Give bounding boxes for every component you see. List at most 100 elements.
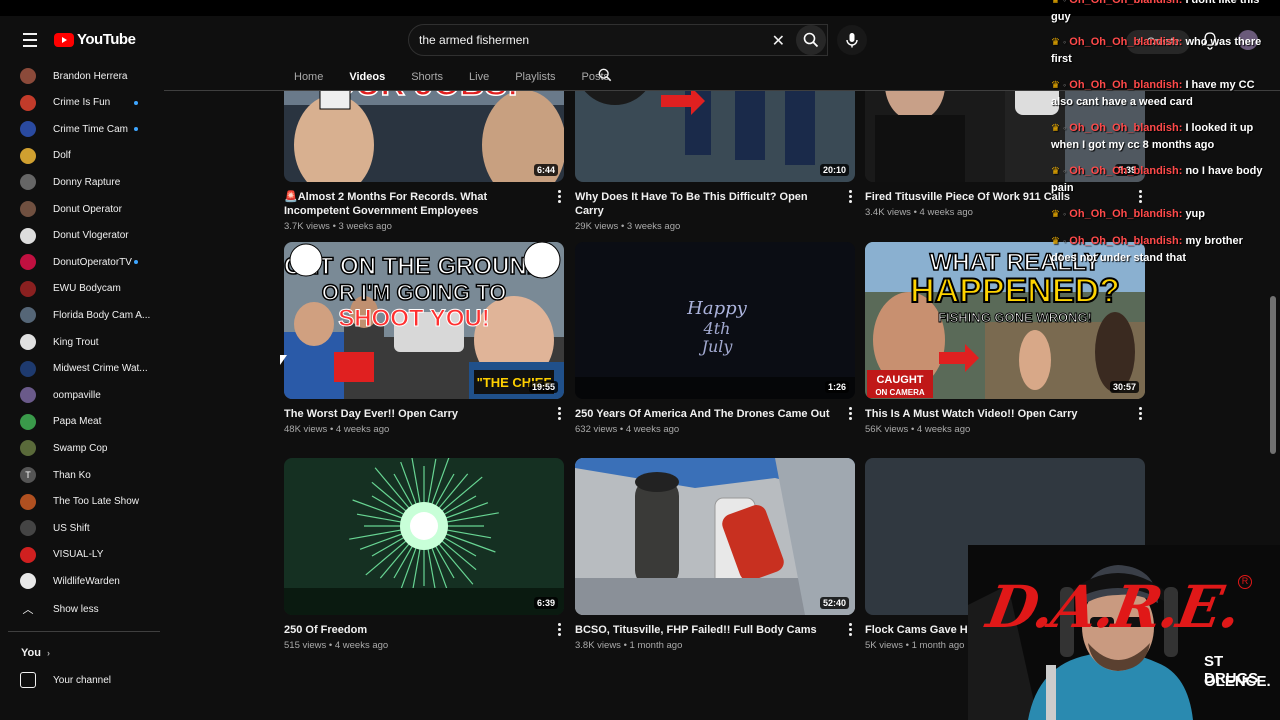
video-card[interactable]: 20:10 Why Does It Have To Be This Difficu… xyxy=(575,91,855,232)
video-duration: 52:40 xyxy=(819,597,849,609)
more-actions-icon[interactable] xyxy=(849,407,853,420)
separator-dot: • xyxy=(329,221,339,232)
search-icon xyxy=(803,32,819,48)
search-box[interactable]: ✕ xyxy=(408,24,828,56)
video-meta: 250 Years Of America And The Drones Came… xyxy=(575,399,852,435)
video-thumbnail[interactable]: 20:10 xyxy=(575,91,855,182)
video-stats: 3.8K views • 1 month ago xyxy=(575,640,835,651)
youtube-logo[interactable]: YouTube xyxy=(54,31,136,48)
badge-icon: ◦ xyxy=(1063,166,1067,176)
video-title[interactable]: This Is A Must Watch Video!! Open Carry xyxy=(865,407,1125,421)
chat-username: Oh_Oh_Oh_blandish: xyxy=(1069,0,1183,6)
svg-text:4th: 4th xyxy=(703,319,731,338)
chat-message: ♛ ◦ Oh_Oh_Oh_blandish: my brother does n… xyxy=(1051,233,1266,266)
registered-mark: R xyxy=(1238,575,1252,589)
video-duration: 20:10 xyxy=(819,164,849,176)
video-card[interactable]: VODKA3:39Fired Titusville Piece Of Work … xyxy=(865,91,1145,218)
chat-message: ♛ ◦ Oh_Oh_Oh_blandish: I looked it up wh… xyxy=(1051,120,1266,153)
chat-text: yup xyxy=(1185,208,1205,220)
more-actions-icon[interactable] xyxy=(849,623,853,636)
scrollbar-thumb[interactable] xyxy=(1270,296,1276,454)
dare-logo: D.A.R.E. xyxy=(982,573,1245,641)
video-card[interactable]: 52:40 BCSO, Titusville, FHP Failed!! Full… xyxy=(575,458,855,651)
separator-dot: • xyxy=(903,640,912,651)
separator-dot: • xyxy=(327,424,336,435)
video-card[interactable]: 6:39 250 Of Freedom 515 views • 4 weeks ag… xyxy=(284,458,564,651)
video-card[interactable]: WHAT REALLY HAPPENED? FISHING GONE WRONG! C… xyxy=(865,242,1145,435)
video-thumbnail[interactable]: 6:39 xyxy=(284,458,564,615)
badge-icon: ◦ xyxy=(1063,209,1067,219)
upload-age: 3 weeks ago xyxy=(338,221,392,232)
view-count: 48K views xyxy=(284,424,328,435)
more-actions-icon[interactable] xyxy=(558,407,562,420)
video-title[interactable]: 250 Of Freedom xyxy=(284,623,544,637)
svg-text:Happy: Happy xyxy=(686,298,747,319)
sidebar-item-subscription[interactable]: Brandon Herrera xyxy=(20,66,127,86)
channel-search-icon[interactable] xyxy=(598,68,612,82)
video-title[interactable]: 250 Years Of America And The Drones Came… xyxy=(575,407,835,421)
mouse-cursor xyxy=(280,355,287,365)
view-count: 3.4K views xyxy=(865,207,911,218)
badge-icon: ◦ xyxy=(1063,80,1067,90)
tab-live[interactable]: Live xyxy=(469,71,489,83)
crown-icon: ♛ xyxy=(1051,37,1060,48)
crown-icon: ♛ xyxy=(1051,236,1060,247)
video-title[interactable]: Why Does It Have To Be This Difficult? O… xyxy=(575,190,835,218)
svg-text:CAUGHT: CAUGHT xyxy=(876,374,923,386)
view-count: 515 views xyxy=(284,640,327,651)
search-button[interactable] xyxy=(796,25,826,55)
video-stats: 56K views • 4 weeks ago xyxy=(865,424,1125,435)
view-count: 632 views xyxy=(575,424,618,435)
separator-dot: • xyxy=(910,207,920,218)
video-title[interactable]: 🚨Almost 2 Months For Records. What Incom… xyxy=(284,190,544,218)
separator-dot: • xyxy=(617,424,626,435)
svg-text:GET ON THE GROUND: GET ON THE GROUND xyxy=(284,253,544,280)
separator-dot: • xyxy=(620,640,630,651)
video-title[interactable]: The Worst Day Ever!! Open Carry xyxy=(284,407,544,421)
video-meta: 🚨Almost 2 Months For Records. What Incom… xyxy=(284,182,561,232)
svg-text:OUR JOBS!: OUR JOBS! xyxy=(330,91,519,103)
view-count: 29K views xyxy=(575,221,619,232)
chat-message: ♛ ◦ Oh_Oh_Oh_blandish: I dont like this … xyxy=(1051,0,1266,25)
clear-search-icon[interactable]: ✕ xyxy=(772,31,785,51)
microphone-icon xyxy=(846,33,858,48)
crown-icon: ♛ xyxy=(1051,123,1060,134)
view-count: 56K views xyxy=(865,424,909,435)
search-input[interactable] xyxy=(419,33,759,47)
video-card[interactable]: TO DOOUR JOBS!??6:44 🚨Almost 2 Months For… xyxy=(284,91,564,232)
menu-icon[interactable] xyxy=(18,28,42,52)
video-card[interactable]: Happy 4th July 1:26 250 Years Of America And… xyxy=(575,242,855,435)
video-stats: 3.7K views • 3 weeks ago xyxy=(284,221,544,232)
chat-username: Oh_Oh_Oh_blandish: xyxy=(1069,235,1183,247)
video-stats: 515 views • 4 weeks ago xyxy=(284,640,544,651)
more-actions-icon[interactable] xyxy=(1139,407,1143,420)
channel-avatar xyxy=(20,68,36,84)
video-title[interactable]: BCSO, Titusville, FHP Failed!! Full Body… xyxy=(575,623,835,637)
chat-username: Oh_Oh_Oh_blandish: xyxy=(1069,79,1183,91)
video-thumbnail[interactable]: 52:40 xyxy=(575,458,855,615)
video-card[interactable]: GET ON THE GROUND OR I'M GOING TO SHOOT YO… xyxy=(284,242,564,435)
tab-home[interactable]: Home xyxy=(294,71,323,83)
voice-search-button[interactable] xyxy=(837,25,867,55)
video-duration: 19:55 xyxy=(528,381,558,393)
tab-playlists[interactable]: Playlists xyxy=(515,71,555,83)
upload-age: 1 month ago xyxy=(911,640,965,651)
more-actions-icon[interactable] xyxy=(558,623,562,636)
tab-shorts[interactable]: Shorts xyxy=(411,71,443,83)
more-actions-icon[interactable] xyxy=(558,190,562,203)
chat-username: Oh_Oh_Oh_blandish: xyxy=(1069,208,1183,220)
video-thumbnail[interactable]: TO DOOUR JOBS!??6:44 xyxy=(284,91,564,182)
video-duration: 1:26 xyxy=(824,381,849,393)
upload-age: 4 weeks ago xyxy=(916,424,971,435)
video-thumbnail[interactable]: Happy 4th July 1:26 xyxy=(575,242,855,399)
svg-text:ON CAMERA: ON CAMERA xyxy=(875,388,925,397)
video-thumbnail[interactable]: GET ON THE GROUND OR I'M GOING TO SHOOT YO… xyxy=(284,242,564,399)
tab-videos[interactable]: Videos xyxy=(349,71,385,83)
crown-icon: ♛ xyxy=(1051,80,1060,91)
upload-age: 1 month ago xyxy=(629,640,683,651)
more-actions-icon[interactable] xyxy=(849,190,853,203)
crown-icon: ♛ xyxy=(1051,0,1060,6)
dare-tagline-2: OLENCE. xyxy=(1204,673,1271,690)
separator-dot: • xyxy=(618,221,627,232)
chat-username: Oh_Oh_Oh_blandish: xyxy=(1069,122,1183,134)
